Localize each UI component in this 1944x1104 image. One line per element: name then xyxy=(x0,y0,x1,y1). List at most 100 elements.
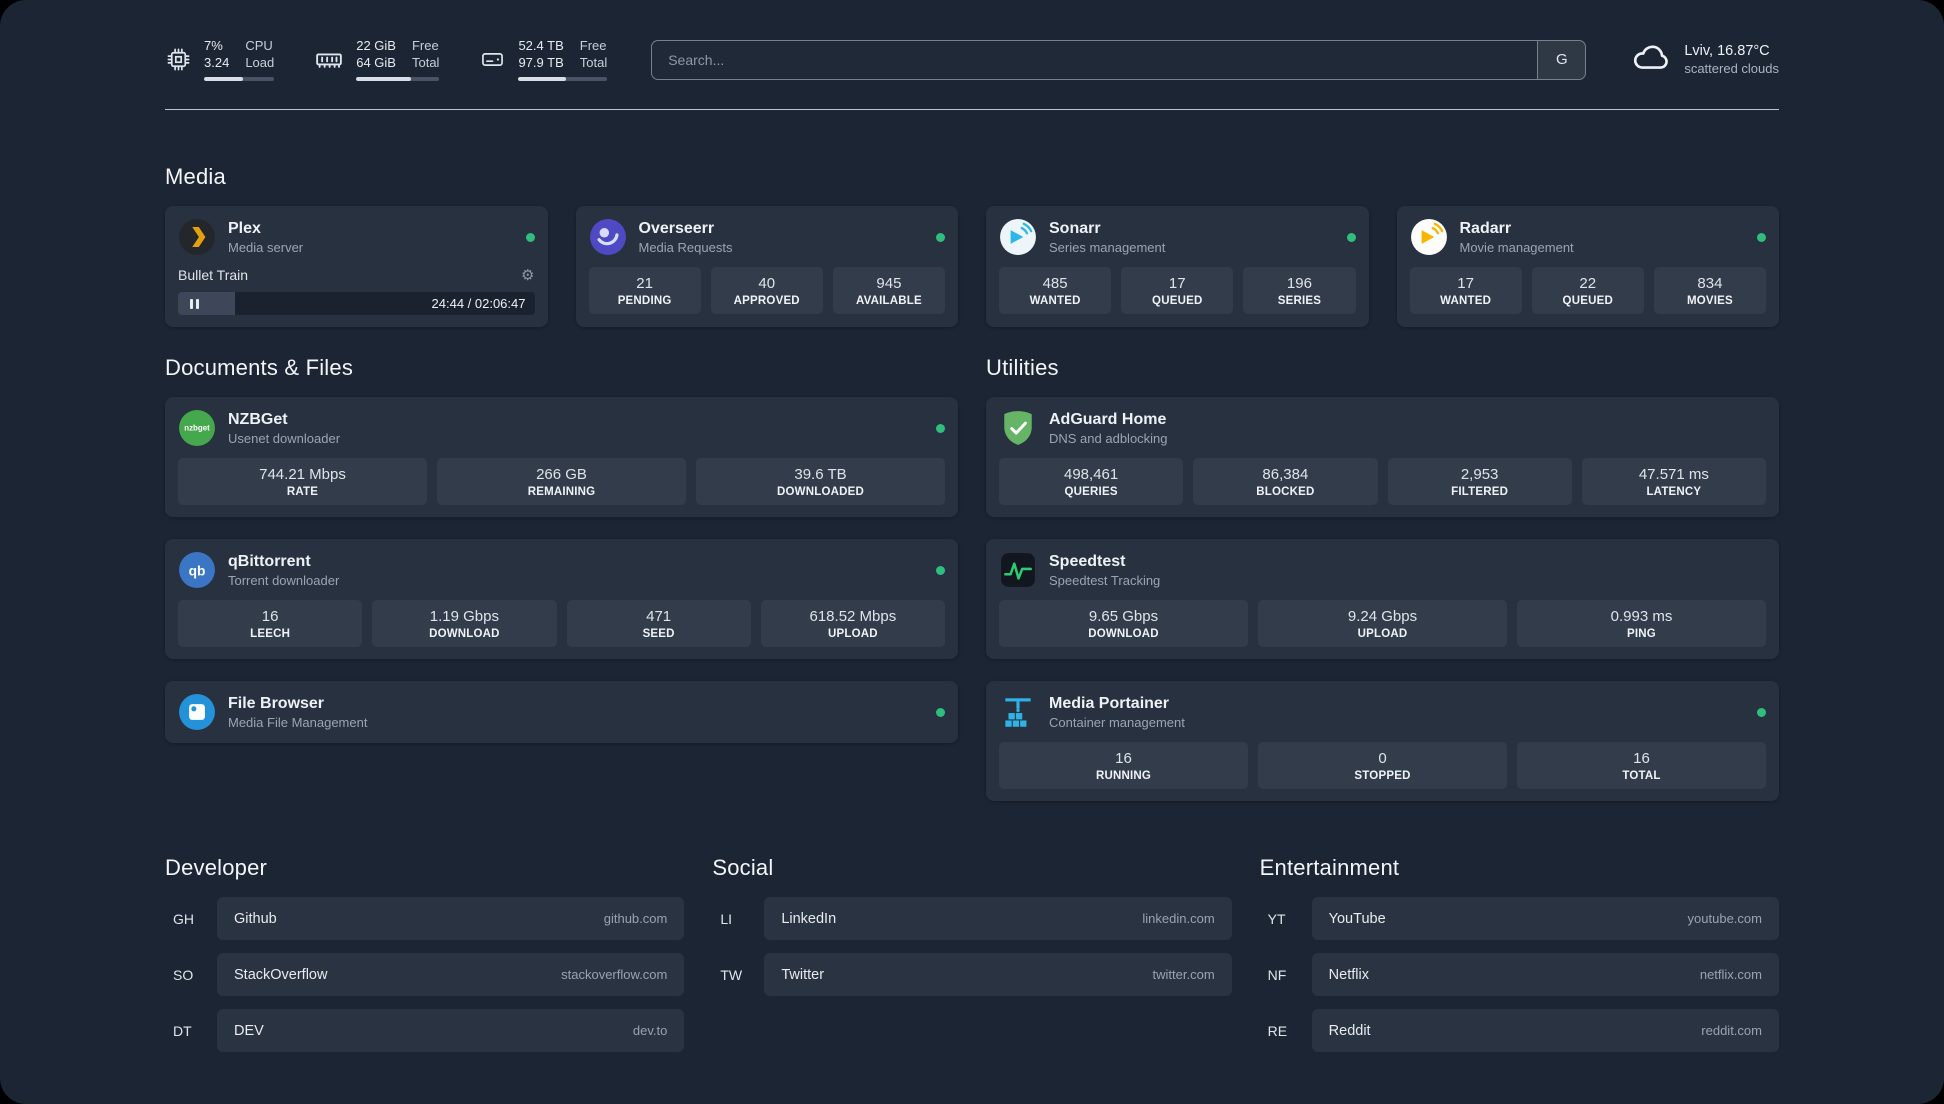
stat-tile-leech: 16 LEECH xyxy=(178,600,363,647)
service-card-qbittorrent[interactable]: qb qBittorrent Torrent downloader 16 LEE… xyxy=(165,539,958,659)
plex-icon xyxy=(178,218,216,256)
bookmark-abbr: LI xyxy=(720,910,733,927)
service-card-speedtest[interactable]: Speedtest Speedtest Tracking 9.65 Gbps D… xyxy=(986,539,1779,659)
bookmark-link[interactable]: StackOverflow stackoverflow.com xyxy=(217,953,685,996)
bookmark-link[interactable]: YouTube youtube.com xyxy=(1311,897,1779,940)
service-card-adguard[interactable]: AdGuard Home DNS and adblocking 498,461 … xyxy=(986,397,1779,517)
service-description: Media server xyxy=(228,239,304,255)
search-provider-button[interactable]: G xyxy=(1537,40,1586,79)
dashboard: 7% 3.24 CPU Load 22 GiB 64 GiB Free Tota… xyxy=(0,0,1944,1104)
search-bar: G xyxy=(651,39,1587,80)
memory-total-value: 64 GiB xyxy=(356,55,396,70)
stat-tile-queued: 22 QUEUED xyxy=(1531,267,1644,314)
bookmark-linkedin[interactable]: LI LinkedIn linkedin.com xyxy=(712,897,1232,940)
section-title-documents: Documents & Files xyxy=(165,355,354,380)
service-card-nzbget[interactable]: nzbget NZBGet Usenet downloader 744.21 M… xyxy=(165,397,958,517)
bookmark-group-social: Social LI LinkedIn linkedin.com TW Twitt… xyxy=(712,855,1232,1065)
bookmark-reddit[interactable]: RE Reddit reddit.com xyxy=(1260,1009,1779,1052)
bookmark-link[interactable]: DEV dev.to xyxy=(217,1009,685,1052)
service-card-overseerr[interactable]: Overseerr Media Requests 21 PENDING 40 A… xyxy=(575,206,958,327)
service-card-radarr[interactable]: Radarr Movie management 17 WANTED 22 QUE… xyxy=(1396,206,1779,327)
pause-button[interactable] xyxy=(182,296,206,311)
service-card-filebrowser[interactable]: File Browser Media File Management xyxy=(165,681,958,743)
status-dot xyxy=(936,232,945,242)
gear-icon[interactable]: ⚙ xyxy=(521,268,534,283)
stat-tile-upload: 618.52 Mbps UPLOAD xyxy=(760,600,945,647)
bookmark-link[interactable]: Twitter twitter.com xyxy=(764,953,1232,996)
service-description: Speedtest Tracking xyxy=(1049,572,1161,588)
stat-tile-upload: 9.24 Gbps UPLOAD xyxy=(1258,600,1507,647)
status-dot xyxy=(1346,232,1356,242)
service-card-portainer[interactable]: Media Portainer Container management 16 … xyxy=(986,681,1779,801)
status-dot xyxy=(936,423,945,433)
stat-tile-remaining: 266 GB REMAINING xyxy=(437,458,686,505)
bookmark-stackoverflow[interactable]: SO StackOverflow stackoverflow.com xyxy=(165,953,685,996)
adguard-icon xyxy=(999,409,1037,447)
svg-text:qb: qb xyxy=(189,563,206,578)
bookmark-netflix[interactable]: NF Netflix netflix.com xyxy=(1260,953,1779,996)
resource-widget-cpu: 7% 3.24 CPU Load xyxy=(165,38,275,81)
nzbget-icon: nzbget xyxy=(178,409,216,447)
stat-tile-stopped: 0 STOPPED xyxy=(1258,742,1507,789)
service-card-plex[interactable]: Plex Media server Bullet Train ⚙ 24:44 /… xyxy=(165,206,548,327)
bookmark-link[interactable]: Netflix netflix.com xyxy=(1311,953,1779,996)
status-dot xyxy=(1757,707,1766,717)
bookmark-dev[interactable]: DT DEV dev.to xyxy=(165,1009,685,1052)
bookmark-link[interactable]: Reddit reddit.com xyxy=(1311,1009,1779,1052)
stat-tile-running: 16 RUNNING xyxy=(999,742,1248,789)
section-title-media: Media xyxy=(165,164,226,189)
memory-free-value: 22 GiB xyxy=(356,38,396,54)
service-description: Movie management xyxy=(1459,239,1574,255)
bookmark-link[interactable]: LinkedIn linkedin.com xyxy=(764,897,1232,940)
service-description: Media File Management xyxy=(228,714,368,730)
qbittorrent-icon: qb xyxy=(178,551,216,589)
service-name: Overseerr xyxy=(638,219,715,237)
status-dot xyxy=(936,707,945,717)
sonarr-icon xyxy=(999,218,1037,256)
cpu-icon xyxy=(165,46,192,73)
overseerr-icon xyxy=(589,218,627,256)
disk-progress-fill xyxy=(518,76,567,81)
section-media: Media Plex Media server Bullet Train ⚙ 2… xyxy=(165,164,1779,327)
bookmark-abbr: YT xyxy=(1267,910,1286,927)
stat-tile-download: 1.19 Gbps DOWNLOAD xyxy=(372,600,557,647)
bookmark-link[interactable]: Github github.com xyxy=(217,897,685,940)
service-card-sonarr[interactable]: Sonarr Series management 485 WANTED 17 Q… xyxy=(986,206,1369,327)
stat-tile-approved: 40 APPROVED xyxy=(710,267,823,314)
stat-tile-latency: 47.571 ms LATENCY xyxy=(1581,458,1766,505)
service-description: Usenet downloader xyxy=(228,430,341,446)
service-name: NZBGet xyxy=(228,410,288,428)
weather-condition: scattered clouds xyxy=(1684,61,1779,76)
resource-widget-disk: 52.4 TB 97.9 TB Free Total xyxy=(479,38,608,81)
stat-tile-seed: 471 SEED xyxy=(566,600,751,647)
service-name: Speedtest xyxy=(1049,552,1126,570)
section-title-social: Social xyxy=(712,855,774,880)
stat-tile-queued: 17 QUEUED xyxy=(1121,267,1234,314)
weather-widget[interactable]: Lviv, 16.87°C scattered clouds xyxy=(1630,36,1779,83)
stat-tile-ping: 0.993 ms PING xyxy=(1517,600,1766,647)
service-name: AdGuard Home xyxy=(1049,410,1167,428)
media-grid: Plex Media server Bullet Train ⚙ 24:44 /… xyxy=(165,206,1779,327)
speedtest-icon xyxy=(999,551,1037,589)
search-input[interactable] xyxy=(652,40,1538,79)
load-label: Load xyxy=(245,55,275,70)
bookmark-youtube[interactable]: YT YouTube youtube.com xyxy=(1260,897,1779,940)
bookmark-abbr: NF xyxy=(1267,966,1287,983)
bookmarks-area: Developer GH Github github.com SO StackO… xyxy=(165,855,1779,1101)
stat-tile-download: 9.65 Gbps DOWNLOAD xyxy=(999,600,1248,647)
bookmark-group-developer: Developer GH Github github.com SO StackO… xyxy=(165,855,685,1065)
bookmark-twitter[interactable]: TW Twitter twitter.com xyxy=(712,953,1232,996)
disk-free-label: Free xyxy=(579,38,607,54)
stat-tile-pending: 21 PENDING xyxy=(588,267,701,314)
portainer-icon xyxy=(999,693,1037,731)
service-description: Container management xyxy=(1049,714,1185,730)
service-name: File Browser xyxy=(228,694,325,712)
service-description: Torrent downloader xyxy=(228,572,340,588)
bookmark-abbr: DT xyxy=(173,1022,192,1039)
playback-progress-bar[interactable]: 24:44 / 02:06:47 xyxy=(178,292,535,315)
status-dot xyxy=(936,565,945,575)
memory-free-label: Free xyxy=(411,38,439,54)
bookmark-github[interactable]: GH Github github.com xyxy=(165,897,685,940)
stat-tile-downloaded: 39.6 TB DOWNLOADED xyxy=(696,458,945,505)
filebrowser-icon xyxy=(178,693,216,731)
